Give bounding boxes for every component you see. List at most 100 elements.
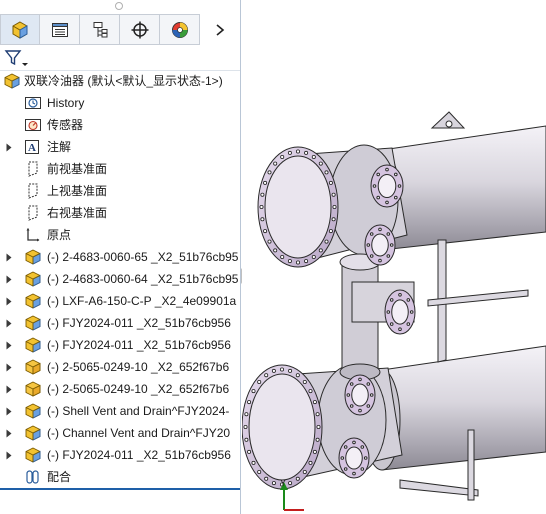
tree-item[interactable]: (-) FJY2024-011 _X2_51b76cb956: [0, 334, 240, 356]
bolt-hole: [318, 248, 323, 253]
assembly-icon: [3, 73, 21, 89]
oil-cooler-model: Y: [242, 111, 546, 511]
tree-item[interactable]: (-) FJY2024-011 _X2_51b76cb956: [0, 444, 240, 466]
bolt-hole: [288, 481, 293, 486]
bolt-hole: [287, 150, 292, 155]
bolt-hole: [296, 260, 301, 265]
tree-item[interactable]: History: [0, 92, 240, 114]
part-icon: [24, 381, 42, 397]
bolt-hole: [247, 449, 252, 454]
feature-manager-icon: [12, 20, 28, 39]
tree-item[interactable]: 原点: [0, 224, 240, 246]
property-manager-tab[interactable]: [40, 14, 80, 45]
feature-manager-tab[interactable]: [0, 14, 40, 45]
tree-item[interactable]: (-) LXF-A6-150-C-P _X2_4e09901a: [0, 290, 240, 312]
plane-icon: [24, 161, 42, 177]
tree-item-label: 原点: [47, 228, 72, 242]
subassembly-icon: [24, 403, 42, 419]
bolt-hole: [304, 150, 309, 155]
panel-grip[interactable]: [115, 2, 123, 10]
tree-item[interactable]: (-) 2-5065-0249-10 _X2_652f67b6: [0, 356, 240, 378]
expand-arrow-icon[interactable]: [5, 428, 13, 438]
bolt-hole: [244, 412, 249, 417]
bolt-hole: [251, 389, 256, 394]
tree-item[interactable]: 配合: [0, 466, 240, 488]
tree-item[interactable]: (-) Shell Vent and Drain^FJY2024-: [0, 400, 240, 422]
bolt-hole: [311, 254, 316, 259]
tree-item[interactable]: (-) 2-4683-0060-64 _X2_51b76cb95: [0, 268, 240, 290]
expand-arrow-icon[interactable]: [5, 362, 13, 372]
bolt-hole: [331, 217, 336, 222]
display-manager-tab[interactable]: [160, 14, 200, 45]
tab-scroll-right-button[interactable]: [200, 14, 240, 45]
tree-item-label: 注解: [47, 140, 72, 154]
bolt-hole: [315, 437, 320, 442]
panel-bottom-divider: [0, 488, 240, 490]
bolt-hole: [267, 170, 272, 175]
bolt-hole: [318, 161, 323, 166]
tree-item[interactable]: (-) Channel Vent and Drain^FJY20: [0, 422, 240, 444]
subassembly-icon: [24, 337, 42, 353]
expand-arrow-icon[interactable]: [5, 340, 13, 350]
plane-icon: [24, 183, 42, 199]
expand-arrow-icon[interactable]: [5, 252, 13, 262]
tree-item-label: (-) LXF-A6-150-C-P _X2_4e09901a: [47, 294, 237, 308]
tree-item-label: 前视基准面: [47, 162, 108, 176]
bolt-hole: [264, 476, 269, 481]
feature-tree: 双联冷油器 (默认<默认_显示状态-1>) History 传感器 A 注解前视基准面…: [0, 70, 240, 488]
expand-arrow-icon[interactable]: [5, 450, 13, 460]
tree-item[interactable]: (-) FJY2024-011 _X2_51b76cb956: [0, 312, 240, 334]
bolt-hole: [259, 204, 264, 209]
tree-item-label: (-) Channel Vent and Drain^FJY20: [47, 426, 231, 440]
nozzle-flange: [364, 224, 396, 266]
tree-item[interactable]: 右视基准面: [0, 202, 240, 224]
bolt-hole: [280, 154, 285, 159]
svg-text:A: A: [28, 142, 36, 154]
bolt-hole: [257, 379, 262, 384]
tree-item[interactable]: 前视基准面: [0, 158, 240, 180]
expand-arrow-icon[interactable]: [5, 142, 13, 152]
bolt-hole: [288, 368, 293, 373]
lower-channel: [242, 364, 403, 490]
tree-item[interactable]: 上视基准面: [0, 180, 240, 202]
mates-icon: [24, 469, 42, 485]
property-manager-icon: [51, 22, 68, 37]
bolt-hole: [263, 229, 268, 234]
graphics-viewport[interactable]: Y: [242, 0, 546, 514]
dimxpert-manager-tab[interactable]: [120, 14, 160, 45]
bolt-hole: [267, 239, 272, 244]
tree-item-label: 上视基准面: [47, 184, 108, 198]
bolt-hole: [273, 161, 278, 166]
bolt-hole: [304, 259, 309, 264]
bolt-hole: [243, 424, 248, 429]
expand-arrow-icon[interactable]: [5, 274, 13, 284]
subassembly-icon: [24, 315, 42, 331]
tree-item[interactable]: (-) 2-5065-0249-10 _X2_652f67b6: [0, 378, 240, 400]
tree-root-assembly[interactable]: 双联冷油器 (默认<默认_显示状态-1>): [0, 70, 240, 92]
bolt-hole: [302, 379, 307, 384]
expand-arrow-icon[interactable]: [5, 296, 13, 306]
bolt-hole: [308, 460, 313, 465]
expand-arrow-icon[interactable]: [5, 318, 13, 328]
bolt-hole: [287, 259, 292, 264]
tree-item-label: (-) 2-4683-0060-65 _X2_51b76cb95: [47, 250, 239, 264]
filter-button[interactable]: [4, 48, 30, 68]
bolt-hole: [260, 192, 265, 197]
bolt-hole: [316, 424, 321, 429]
expand-arrow-icon[interactable]: [5, 406, 13, 416]
bolt-hole: [312, 449, 317, 454]
tree-item[interactable]: 传感器: [0, 114, 240, 136]
display-manager-icon: [171, 21, 188, 38]
bolt-hole: [280, 254, 285, 259]
tree-item[interactable]: (-) 2-4683-0060-65 _X2_51b76cb95: [0, 246, 240, 268]
subassembly-icon: [24, 271, 42, 287]
bolt-hole: [244, 437, 249, 442]
bolt-hole: [302, 469, 307, 474]
tree-item-label: (-) FJY2024-011 _X2_51b76cb956: [47, 448, 231, 462]
tree-item[interactable]: A 注解: [0, 136, 240, 158]
tree-item-label: 传感器: [47, 118, 84, 132]
bolt-hole: [260, 217, 265, 222]
configuration-manager-tab[interactable]: [80, 14, 120, 45]
bolt-hole: [332, 204, 337, 209]
expand-arrow-icon[interactable]: [5, 384, 13, 394]
